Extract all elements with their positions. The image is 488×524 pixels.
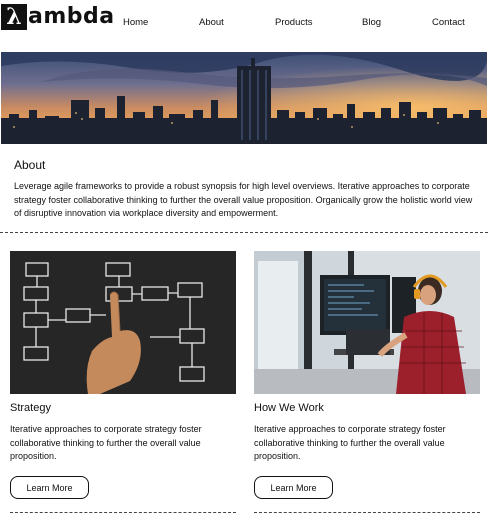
about-heading: About [14, 158, 46, 172]
hero-skyline-image [1, 52, 487, 144]
strategy-card-title: Strategy [10, 402, 51, 414]
nav-link-blog[interactable]: Blog [362, 17, 381, 28]
strategy-flowchart-image [10, 251, 236, 394]
brand-logo[interactable]: λ ambda [1, 4, 115, 30]
developer-workspace-image [254, 251, 480, 394]
lambda-logo-mark: λ [1, 4, 27, 30]
how-we-work-card-text: Iterative approaches to corporate strate… [254, 424, 446, 461]
how-we-work-learn-more-button[interactable]: Learn More [254, 476, 333, 499]
brand-logo-text: ambda [28, 4, 115, 29]
about-paragraph: Leverage agile frameworks to provide a r… [14, 181, 473, 218]
nav-link-contact[interactable]: Contact [432, 17, 465, 28]
strategy-card-text: Iterative approaches to corporate strate… [10, 424, 202, 461]
nav-link-about[interactable]: About [199, 17, 224, 28]
card-divider [254, 512, 480, 513]
strategy-learn-more-button[interactable]: Learn More [10, 476, 89, 499]
how-we-work-card-title: How We Work [254, 402, 324, 414]
nav-link-home[interactable]: Home [123, 17, 148, 28]
section-divider [0, 232, 488, 233]
site-header: λ ambda Home About Products Blog Contact [0, 0, 488, 50]
nav-link-products[interactable]: Products [275, 17, 313, 28]
card-divider [10, 512, 236, 513]
